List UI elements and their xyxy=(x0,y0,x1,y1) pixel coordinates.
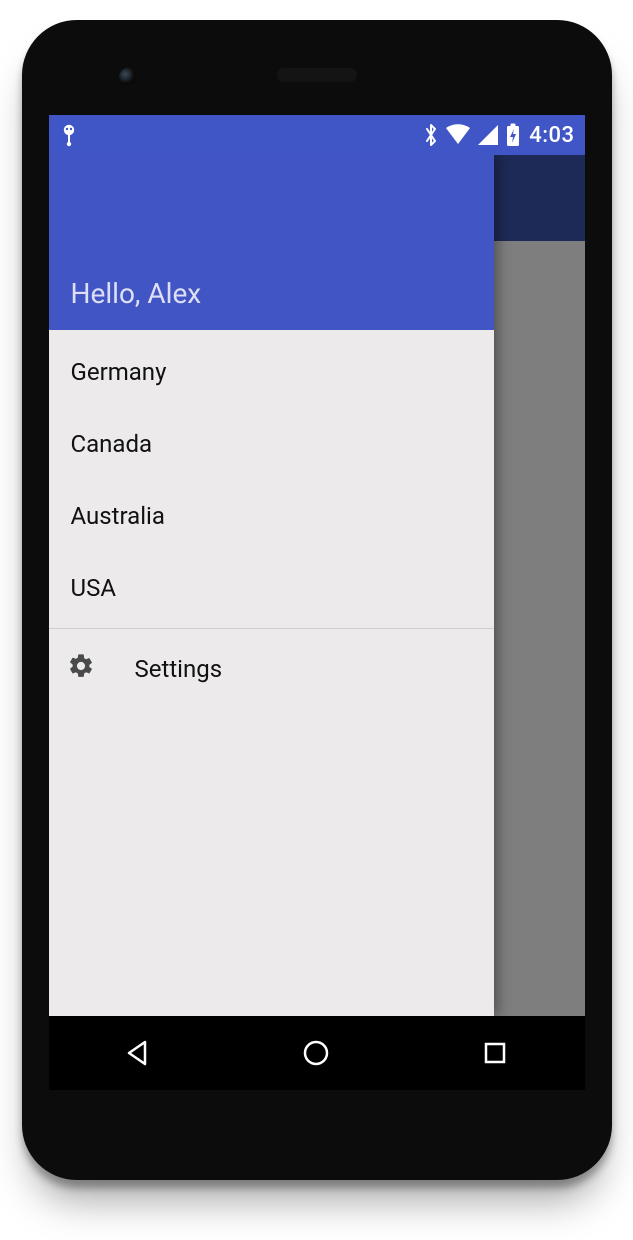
drawer-header: Hello, Alex xyxy=(49,155,494,330)
gear-icon xyxy=(67,652,95,686)
drawer-item-label: Germany xyxy=(71,358,167,386)
drawer-item-australia[interactable]: Australia xyxy=(49,480,494,552)
drawer-item-label: Canada xyxy=(71,430,153,458)
cellular-icon xyxy=(477,124,499,146)
front-camera xyxy=(119,68,137,86)
drawer-greeting: Hello, Alex xyxy=(71,277,202,310)
navigation-drawer: Hello, Alex Germany Canada Australia USA xyxy=(49,155,494,1016)
drawer-item-usa[interactable]: USA xyxy=(49,552,494,624)
status-bar-right: 4:03 xyxy=(423,123,574,148)
status-bar: 4:03 xyxy=(49,115,585,155)
screen: 4:03 Hello, Alex Germany Canada Australi… xyxy=(49,115,585,1090)
drawer-item-germany[interactable]: Germany xyxy=(49,336,494,408)
drawer-item-label: Australia xyxy=(71,502,165,530)
debug-icon xyxy=(59,123,79,147)
recents-button[interactable] xyxy=(477,1035,513,1071)
drawer-list: Germany Canada Australia USA Settings xyxy=(49,330,494,705)
drawer-item-canada[interactable]: Canada xyxy=(49,408,494,480)
drawer-item-settings[interactable]: Settings xyxy=(49,633,494,705)
drawer-divider xyxy=(49,628,494,629)
home-button[interactable] xyxy=(298,1035,334,1071)
back-button[interactable] xyxy=(120,1035,156,1071)
battery-charging-icon xyxy=(505,123,521,147)
system-navigation-bar xyxy=(49,1016,585,1090)
drawer-item-label: Settings xyxy=(135,655,223,683)
earpiece-speaker xyxy=(277,68,357,82)
device-frame: 4:03 Hello, Alex Germany Canada Australi… xyxy=(22,20,612,1180)
wifi-icon xyxy=(445,124,471,146)
status-bar-left xyxy=(59,123,79,147)
bluetooth-icon xyxy=(423,123,439,147)
drawer-item-label: USA xyxy=(71,574,116,602)
status-clock: 4:03 xyxy=(529,123,574,148)
